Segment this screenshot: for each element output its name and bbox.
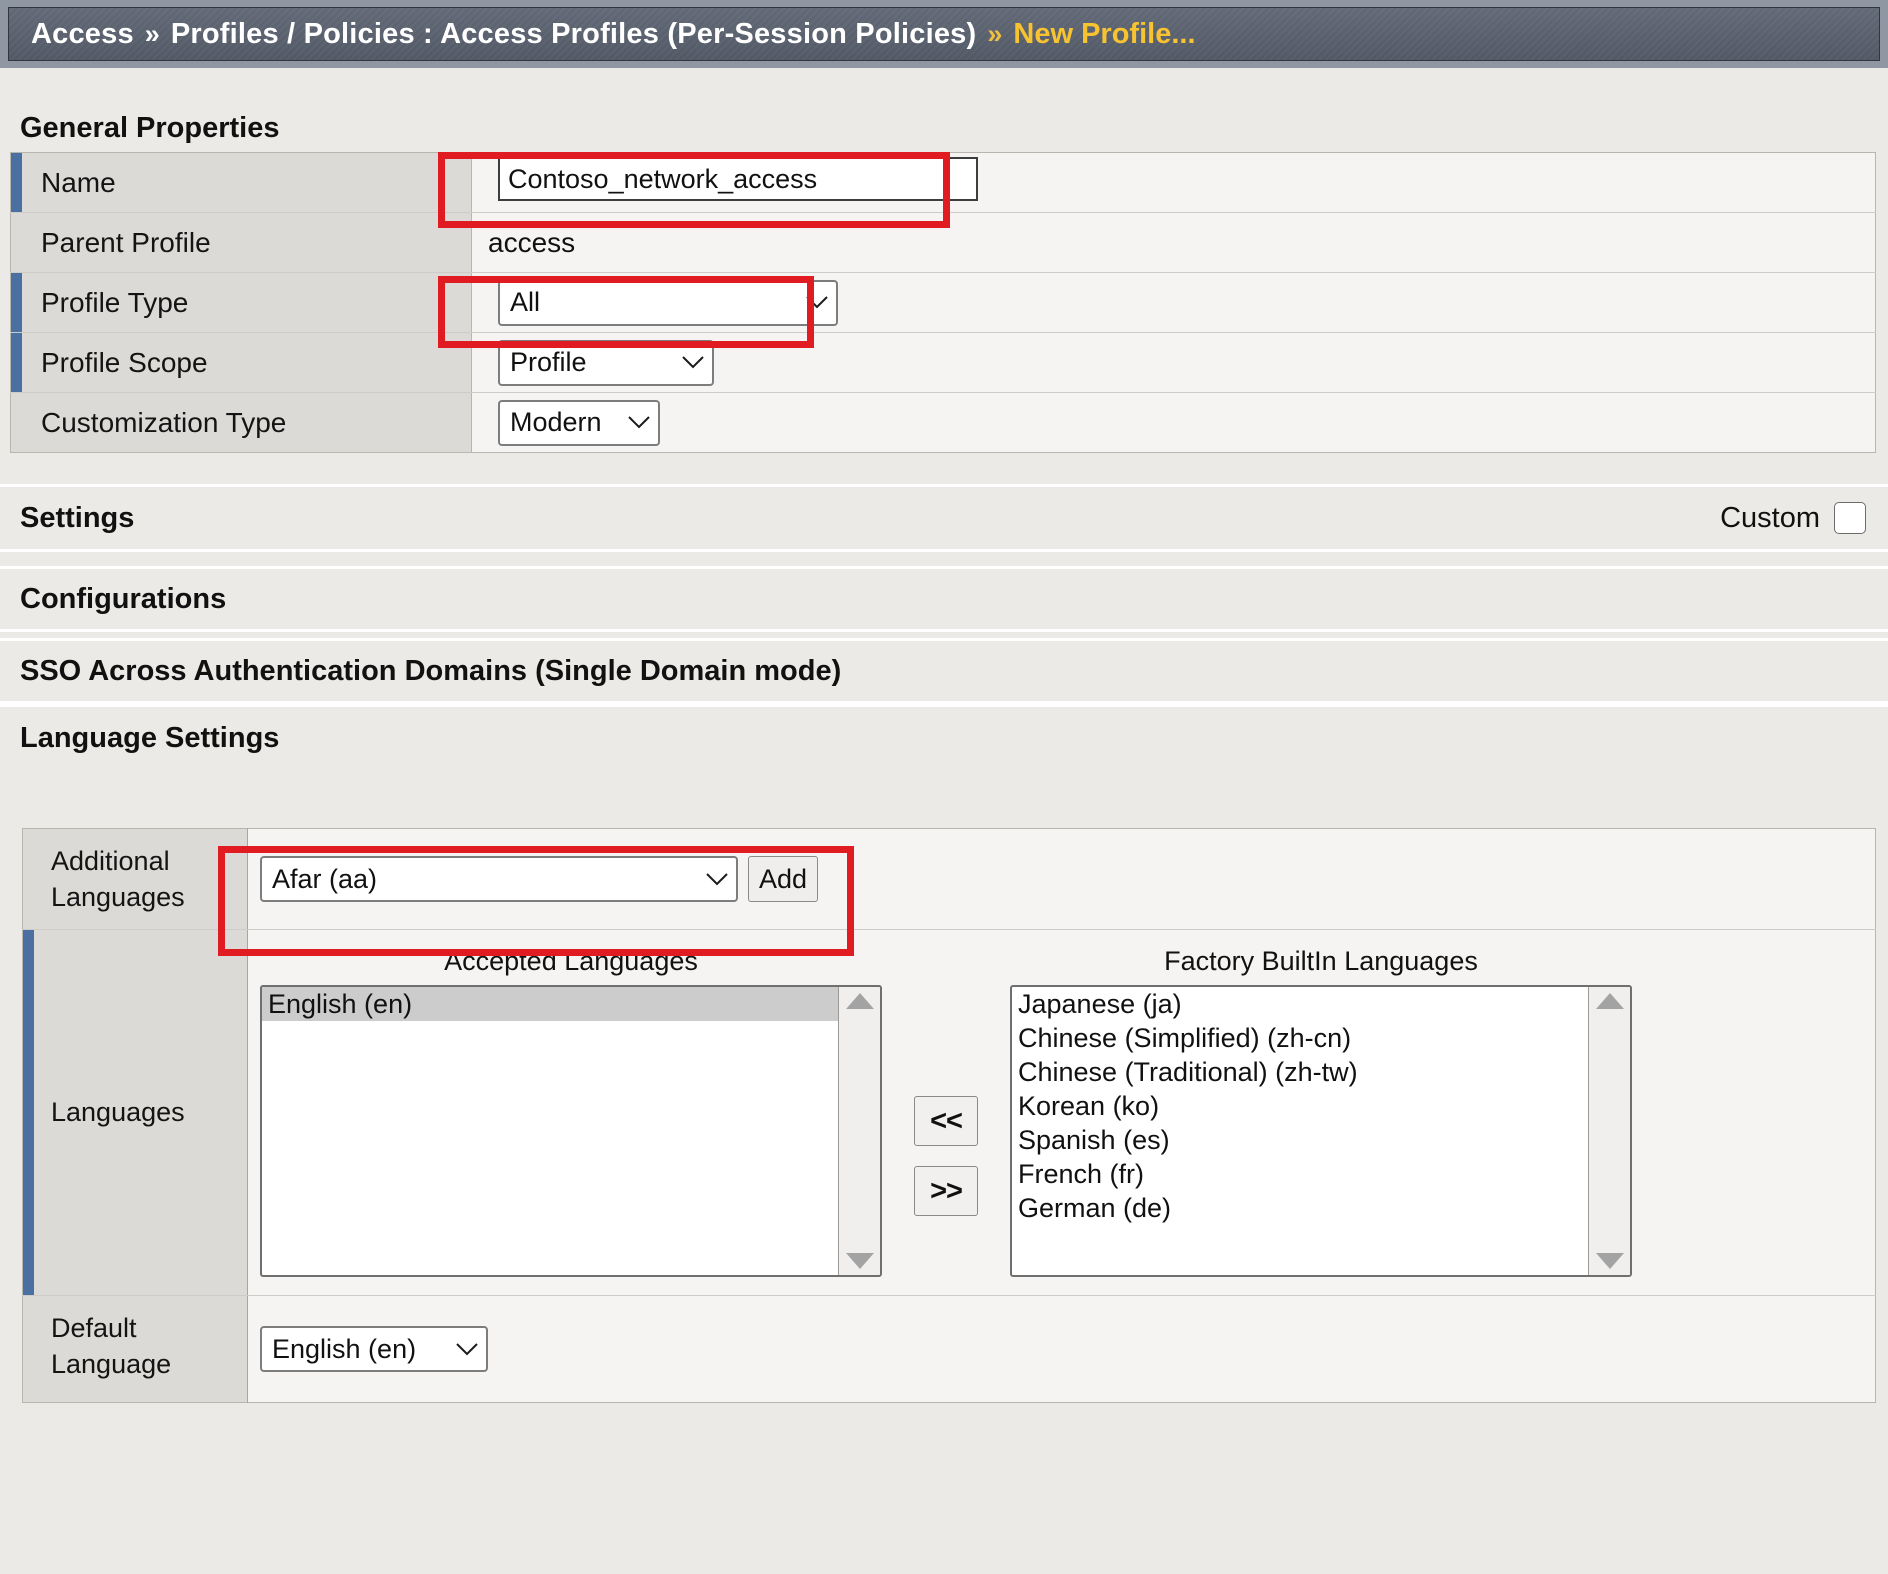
language-settings-title: Language Settings	[0, 722, 279, 755]
move-right-button[interactable]: >>	[914, 1166, 978, 1216]
default-language-label-line1: Default	[51, 1310, 247, 1346]
custom-checkbox[interactable]	[1834, 502, 1866, 534]
breadcrumb-current: New Profile...	[1013, 18, 1195, 51]
row-value-languages: Accepted Languages English (en)	[248, 930, 1876, 1296]
table-row-parent-profile: Parent Profile access	[11, 213, 1876, 273]
language-settings-table: Additional Languages Afar (aa) Add Langu…	[22, 828, 1876, 1403]
language-settings-panel: Additional Languages Afar (aa) Add Langu…	[22, 828, 1876, 1403]
chevron-down-icon	[806, 296, 828, 309]
factory-languages-listbox[interactable]: Japanese (ja) Chinese (Simplified) (zh-c…	[1010, 985, 1632, 1277]
configurations-title: Configurations	[0, 583, 226, 616]
add-language-button[interactable]: Add	[748, 856, 818, 902]
dual-list-picker: Accepted Languages English (en)	[248, 930, 1875, 1295]
profile-scope-select[interactable]: Profile	[498, 340, 714, 386]
additional-language-value: Afar (aa)	[272, 864, 389, 895]
table-row-default-language: Default Language English (en)	[23, 1296, 1876, 1403]
profile-scope-value: Profile	[510, 347, 599, 378]
table-row-profile-type: Profile Type All	[11, 273, 1876, 333]
chevron-down-icon	[456, 1343, 478, 1356]
general-properties-panel: Name Contoso_network_access Parent Profi…	[10, 152, 1876, 453]
settings-section: Settings Custom	[0, 484, 1888, 552]
chevron-down-icon	[706, 873, 728, 886]
breadcrumb-header: Access » Profiles / Policies : Access Pr…	[0, 0, 1888, 68]
transfer-buttons: << >>	[882, 946, 1010, 1216]
list-item[interactable]: Spanish (es)	[1012, 1123, 1588, 1157]
factory-languages-items: Japanese (ja) Chinese (Simplified) (zh-c…	[1012, 987, 1588, 1275]
list-item[interactable]: Japanese (ja)	[1012, 987, 1588, 1021]
row-label-additional-languages: Additional Languages	[23, 829, 248, 930]
scroll-down-icon[interactable]	[846, 1253, 874, 1269]
custom-toggle-group: Custom	[1720, 502, 1888, 535]
scroll-up-icon[interactable]	[846, 993, 874, 1009]
chevron-down-icon	[682, 356, 704, 369]
accepted-languages-items: English (en)	[262, 987, 838, 1275]
row-value-name: Contoso_network_access	[472, 153, 1876, 213]
row-value-profile-type: All	[472, 273, 1876, 333]
factory-languages-scrollbar[interactable]	[1588, 987, 1630, 1275]
scroll-down-icon[interactable]	[1596, 1253, 1624, 1269]
row-label-customization-type: Customization Type	[11, 393, 472, 453]
table-row-languages: Languages Accepted Languages English (en…	[23, 930, 1876, 1296]
sso-title: SSO Across Authentication Domains (Singl…	[0, 655, 841, 688]
row-value-default-language: English (en)	[248, 1296, 1876, 1403]
general-properties-table: Name Contoso_network_access Parent Profi…	[10, 152, 1876, 453]
row-label-default-language: Default Language	[23, 1296, 248, 1403]
list-item[interactable]: French (fr)	[1012, 1157, 1588, 1191]
breadcrumb-middle[interactable]: Profiles / Policies : Access Profiles (P…	[171, 18, 977, 51]
row-value-customization-type: Modern	[472, 393, 1876, 453]
general-properties-heading: General Properties	[0, 112, 280, 145]
move-left-button[interactable]: <<	[914, 1096, 978, 1146]
row-value-profile-scope: Profile	[472, 333, 1876, 393]
chevron-down-icon	[628, 416, 650, 429]
factory-languages-column: Factory BuiltIn Languages Japanese (ja) …	[1010, 946, 1632, 1277]
name-input[interactable]: Contoso_network_access	[498, 157, 978, 201]
default-language-select[interactable]: English (en)	[260, 1326, 488, 1372]
default-language-label-line2: Language	[51, 1346, 247, 1382]
language-settings-section: Language Settings	[0, 704, 1888, 769]
additional-languages-controls: Afar (aa) Add	[248, 842, 1875, 916]
default-language-controls: English (en)	[248, 1312, 1875, 1386]
list-item[interactable]: Chinese (Simplified) (zh-cn)	[1012, 1021, 1588, 1055]
scroll-up-icon[interactable]	[1596, 993, 1624, 1009]
accepted-languages-column: Accepted Languages English (en)	[260, 946, 882, 1277]
profile-type-value: All	[510, 287, 552, 318]
additional-languages-label-line2: Languages	[51, 879, 247, 915]
breadcrumb-root[interactable]: Access	[31, 18, 134, 51]
default-language-value: English (en)	[272, 1334, 428, 1365]
table-row-customization-type: Customization Type Modern	[11, 393, 1876, 453]
row-label-profile-type: Profile Type	[11, 273, 472, 333]
list-item[interactable]: Chinese (Traditional) (zh-tw)	[1012, 1055, 1588, 1089]
profile-type-select[interactable]: All	[498, 280, 838, 326]
row-label-name: Name	[11, 153, 472, 213]
custom-label: Custom	[1720, 502, 1820, 535]
breadcrumb: Access » Profiles / Policies : Access Pr…	[8, 7, 1880, 61]
customization-type-value: Modern	[510, 407, 614, 438]
table-row-profile-scope: Profile Scope Profile	[11, 333, 1876, 393]
accepted-languages-caption: Accepted Languages	[260, 946, 882, 985]
list-item[interactable]: English (en)	[262, 987, 838, 1021]
row-label-parent-profile: Parent Profile	[11, 213, 472, 273]
list-item[interactable]: German (de)	[1012, 1191, 1588, 1225]
sso-section: SSO Across Authentication Domains (Singl…	[0, 638, 1888, 704]
list-item[interactable]: Korean (ko)	[1012, 1089, 1588, 1123]
row-value-parent-profile: access	[472, 213, 1876, 273]
accepted-languages-scrollbar[interactable]	[838, 987, 880, 1275]
additional-languages-label-line1: Additional	[51, 843, 247, 879]
table-row-additional-languages: Additional Languages Afar (aa) Add	[23, 829, 1876, 930]
table-row-name: Name Contoso_network_access	[11, 153, 1876, 213]
configurations-section: Configurations	[0, 566, 1888, 632]
row-label-languages: Languages	[23, 930, 248, 1296]
additional-language-select[interactable]: Afar (aa)	[260, 856, 738, 902]
page-body: General Properties Name Contoso_network_…	[0, 68, 1888, 1574]
breadcrumb-separator-1: »	[134, 19, 171, 50]
row-label-profile-scope: Profile Scope	[11, 333, 472, 393]
customization-type-select[interactable]: Modern	[498, 400, 660, 446]
row-value-additional-languages: Afar (aa) Add	[248, 829, 1876, 930]
breadcrumb-separator-2: »	[976, 19, 1013, 50]
accepted-languages-listbox[interactable]: English (en)	[260, 985, 882, 1277]
parent-profile-value: access	[486, 227, 575, 258]
factory-languages-caption: Factory BuiltIn Languages	[1010, 946, 1632, 985]
settings-title: Settings	[0, 502, 134, 535]
